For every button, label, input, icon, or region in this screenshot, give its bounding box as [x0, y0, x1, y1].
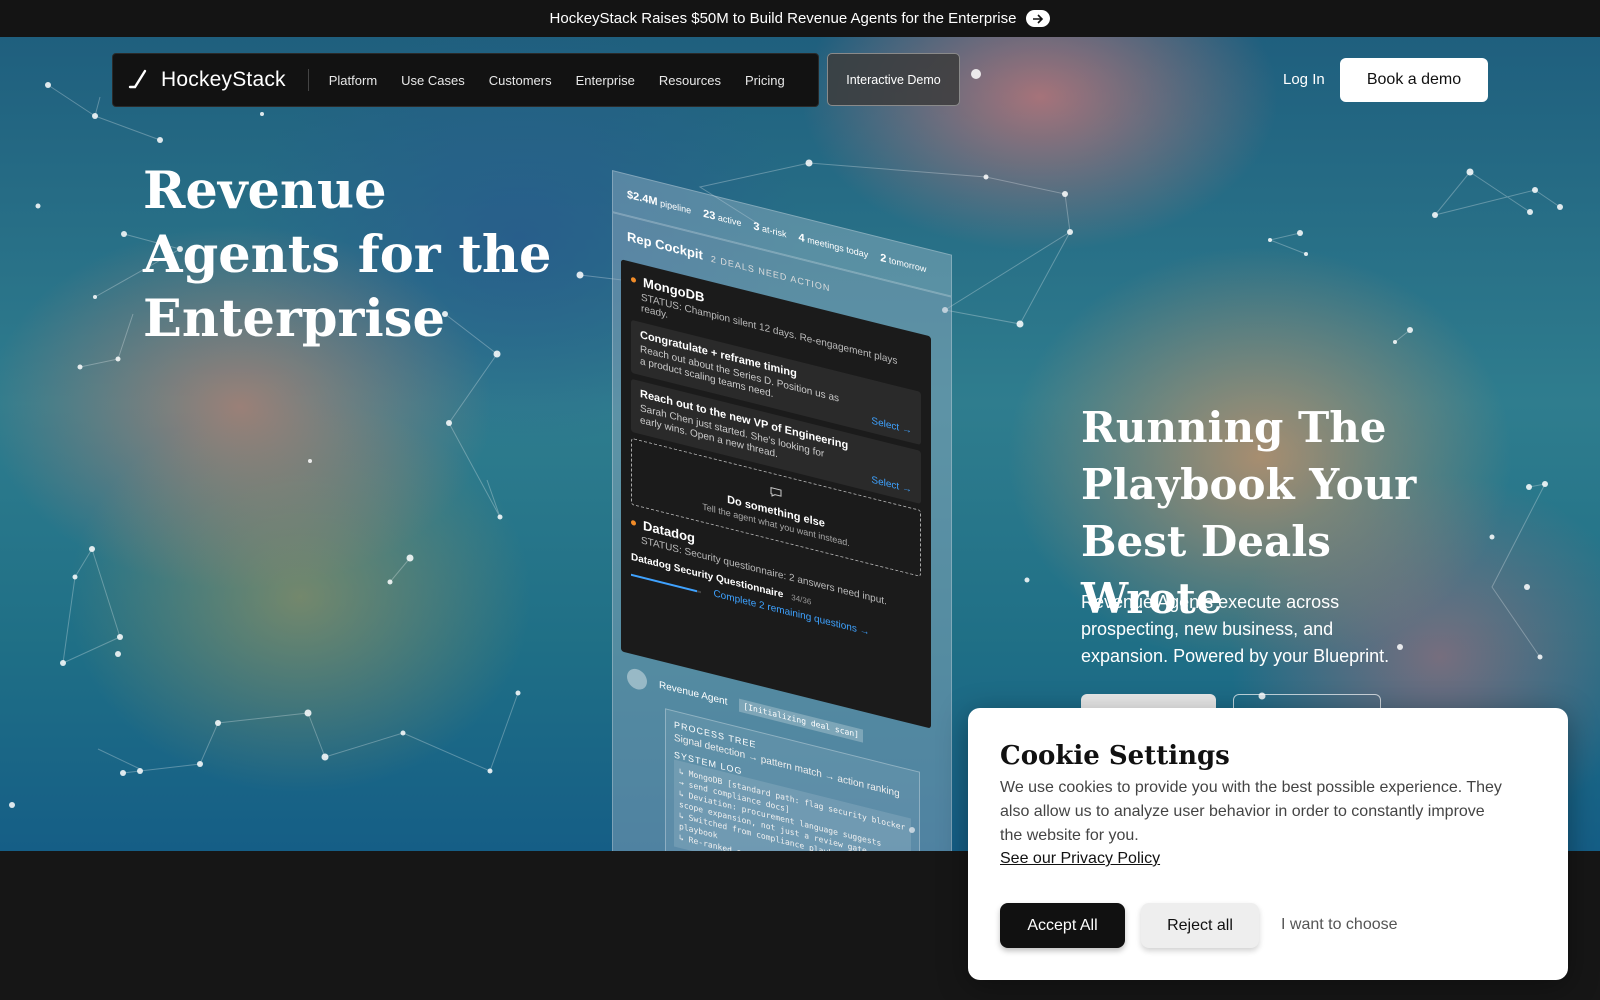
nav-pricing[interactable]: Pricing: [745, 73, 785, 88]
questionnaire-progress: [631, 573, 701, 594]
section-subtitle: Revenue Agents execute across prospectin…: [1081, 592, 1390, 666]
stat-tomorrow: 2 tomorrow: [880, 251, 927, 275]
stat-active: 23 active: [703, 207, 742, 229]
stat-meetings: 4 meetings today: [798, 231, 869, 260]
nav-divider: [307, 69, 309, 91]
interactive-demo-button[interactable]: Interactive Demo: [827, 53, 960, 106]
logo-text[interactable]: HockeyStack: [161, 68, 286, 92]
login-link[interactable]: Log In: [1283, 71, 1325, 88]
hockey-stick-logo-icon[interactable]: [127, 69, 149, 91]
privacy-policy-link[interactable]: See our Privacy Policy: [1000, 850, 1160, 868]
stat-pipeline: $2.4M pipeline: [627, 188, 692, 216]
cookie-text: We use cookies to provide you with the b…: [1000, 779, 1502, 844]
banner-text[interactable]: HockeyStack Raises $50M to Build Revenue…: [550, 10, 1017, 27]
main-nav: HockeyStack Platform Use Cases Customers…: [112, 53, 819, 107]
announcement-banner[interactable]: HockeyStack Raises $50M to Build Revenue…: [0, 0, 1600, 37]
cookie-title: Cookie Settings: [1000, 741, 1230, 771]
nav-resources[interactable]: Resources: [659, 73, 721, 88]
choose-cookies-link[interactable]: I want to choose: [1281, 916, 1398, 934]
nav-platform[interactable]: Platform: [329, 73, 377, 88]
agent-name: Revenue Agent: [659, 679, 728, 708]
nav-enterprise[interactable]: Enterprise: [576, 73, 635, 88]
deals-list: MongoDB STATUS: Champion silent 12 days.…: [621, 259, 931, 729]
accept-all-button[interactable]: Accept All: [1000, 903, 1125, 948]
chat-icon: [770, 487, 782, 497]
rep-cockpit-mockup: $2.4M pipeline 23 active 3 at-risk 4 mee…: [612, 170, 952, 851]
cockpit-panel: Rep Cockpit 2 DEALS NEED ACTION MongoDB S…: [612, 212, 952, 851]
stat-at-risk: 3 at-risk: [753, 220, 787, 240]
hero-title: Revenue Agents for the Enterprise: [143, 161, 552, 349]
nav-customers[interactable]: Customers: [489, 73, 552, 88]
arrow-right-icon[interactable]: [1026, 10, 1051, 27]
reject-all-button[interactable]: Reject all: [1141, 903, 1259, 948]
agent-sparkle-icon: [627, 666, 647, 692]
book-demo-button[interactable]: Book a demo: [1340, 58, 1488, 102]
select-link[interactable]: Select →: [871, 475, 912, 496]
nav-use-cases[interactable]: Use Cases: [401, 73, 465, 88]
cookie-dialog: Cookie Settings We use cookies to provid…: [968, 708, 1568, 980]
select-link[interactable]: Select →: [871, 416, 912, 437]
